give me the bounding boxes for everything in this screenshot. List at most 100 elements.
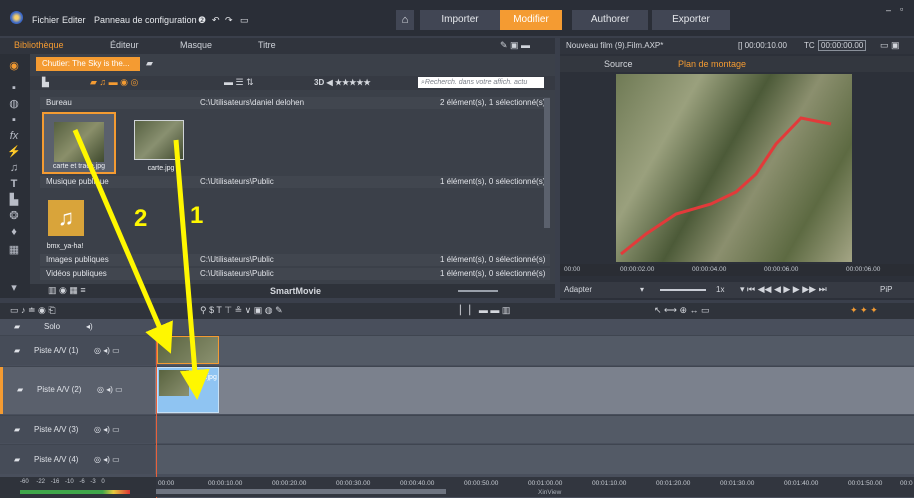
restore-icon[interactable]: ▫ [900, 4, 903, 14]
timeline-clip-1[interactable] [157, 336, 219, 364]
row-name: Musique publique [46, 177, 109, 186]
timeline-tools-far[interactable]: ✦ ✦ ✦ [850, 305, 878, 316]
search-input[interactable]: ⌕Recherch. dans votre affich. actu [418, 77, 544, 88]
tab-bibliotheque[interactable]: Bibliothèque [14, 40, 64, 50]
tab-editeur[interactable]: Éditeur [110, 40, 139, 50]
library-sidebar: ◉ ▪ ◍ ▪ fx ⚡ ♫ T ▙ ❂ ♦ ▦ ▾ [0, 54, 30, 298]
pip-label[interactable]: PiP [880, 285, 892, 294]
folder-row-videos[interactable]: Vidéos publiques C:\Utilisateurs\Public … [40, 268, 550, 280]
preview-timecode: [] 00:00:10.00 [738, 41, 787, 50]
speaker-icon[interactable]: ◂) [86, 322, 93, 331]
sidebar-video-icon[interactable]: ▪ [7, 114, 21, 126]
menu-editer[interactable]: Editer [62, 15, 86, 25]
sidebar-audio-icon[interactable]: ♦ [7, 226, 21, 238]
track-header: ▰ Piste A/V (3) ◎ ◂) ▭ [0, 416, 155, 443]
media-item-bmx[interactable]: ♫ bmx_ya-ha! [40, 194, 100, 252]
lock-icon[interactable]: ▰ [14, 322, 20, 331]
timeline-ruler[interactable]: 00:00 00:00:10.00 00:00:20.00 00:00:30.0… [156, 477, 914, 497]
eye-icon[interactable]: ◎ ◂) ▭ [94, 346, 120, 355]
track-header: ▰ Piste A/V (4) ◎ ◂) ▭ [0, 445, 155, 474]
track-1: ▰ Piste A/V (1) ◎ ◂) ▭ [0, 335, 914, 365]
menu-panneau[interactable]: Panneau de configuration [94, 15, 197, 25]
filter-icons[interactable]: ▰ ♫ ▬ ◉ ◎ [90, 77, 138, 88]
lock-icon[interactable]: ▰ [17, 385, 23, 394]
save-icon[interactable]: ▭ [240, 15, 249, 26]
mode-exporter[interactable]: Exporter [652, 10, 730, 30]
sidebar-music-icon[interactable]: ♫ [7, 162, 21, 174]
tab-source[interactable]: Source [604, 59, 633, 69]
lock-icon[interactable]: ▰ [14, 425, 20, 434]
ruler-tick: 00:00:50.00 [464, 480, 499, 487]
row-info: 1 élément(s), 0 sélectionné(s) [440, 177, 546, 186]
solo-label[interactable]: Solo [44, 322, 60, 331]
folder-row-images[interactable]: Images publiques C:\Utilisateurs\Public … [40, 254, 550, 266]
help-icon[interactable]: ❷ [198, 15, 206, 26]
media-item-carte[interactable]: carte.jpg [124, 112, 198, 174]
dropdown-arrow-icon[interactable]: ▾ [640, 285, 644, 294]
home-button[interactable]: ⌂ [396, 10, 414, 30]
arrow-label-2: 2 [134, 205, 148, 232]
3d-filter[interactable]: 3D ◀ ★★★★★ [314, 78, 371, 87]
tc-value[interactable]: 00:00:00.00 [818, 40, 867, 51]
lock-icon[interactable]: ▰ [14, 455, 20, 464]
sidebar-title-icon[interactable]: T [7, 178, 21, 190]
transport-controls[interactable]: ▾ ⏮ ◀◀ ◀ ▶ ▶ ▶▶ ⏭ [740, 284, 827, 295]
sidebar-flash-icon[interactable]: ⚡ [7, 146, 21, 158]
sidebar-disc-icon[interactable]: ◍ [7, 98, 21, 110]
library-scrollbar[interactable] [544, 98, 550, 228]
timeline-tools-left[interactable]: ▭ ♪ ≐ ◉ ⎗ [10, 305, 56, 316]
sidebar-collapse-icon[interactable]: ▾ [7, 282, 21, 294]
playhead-line[interactable] [156, 335, 157, 498]
bottom-tool-icons[interactable]: ▥ ◉ ▦ ≡ [48, 285, 86, 296]
timeline-toolbar: ▭ ♪ ≐ ◉ ⎗ ⚲ $ T ⊤ ≗ ∨ ▣ ◍ ✎ ▏ ▏ ▬ ▬ ▥ ↖ … [0, 303, 914, 319]
sidebar-fx-icon[interactable]: fx [7, 130, 21, 142]
tab-titre[interactable]: Titre [258, 40, 276, 50]
sidebar-project-icon[interactable]: ▪ [7, 82, 21, 94]
library-tabs: Bibliothèque Éditeur Masque Titre ✎ ▣ ▬ [0, 38, 555, 54]
mode-importer[interactable]: Importer [420, 10, 500, 30]
track-2: ▰ Piste A/V (2) ◎ ◂) ▭ carte.jpg [0, 366, 914, 414]
zoom-slider[interactable] [458, 290, 498, 292]
chutier-pin-icon[interactable]: ▰ [146, 58, 153, 69]
eye-icon[interactable]: ◎ ◂) ▭ [97, 385, 123, 394]
timeline-scrollbar[interactable] [156, 489, 446, 494]
menu-fichier[interactable]: Fichier [32, 15, 59, 25]
ruler-tick: 00:00:20.00 [272, 480, 307, 487]
track-name[interactable]: Piste A/V (1) [34, 346, 78, 355]
smartmovie-label[interactable]: SmartMovie [270, 286, 321, 296]
track-name[interactable]: Piste A/V (4) [34, 455, 78, 464]
mode-authorer[interactable]: Authorer [572, 10, 648, 30]
meter-tick: 0 [101, 479, 105, 485]
sidebar-film-icon[interactable]: ▦ [7, 244, 21, 256]
jog-slider[interactable] [660, 289, 706, 291]
media-item-carte-trace[interactable]: carte et trace.jpg [42, 112, 116, 174]
lock-icon[interactable]: ▰ [14, 346, 20, 355]
chutier-label[interactable]: Chutier: The Sky is the... [36, 57, 140, 71]
eye-icon[interactable]: ◎ ◂) ▭ [94, 455, 120, 464]
track-name[interactable]: Piste A/V (2) [37, 385, 81, 394]
sidebar-scene-icon[interactable]: ▙ [7, 194, 21, 206]
undo-icon[interactable]: ↶ [212, 15, 220, 26]
redo-icon[interactable]: ↷ [225, 15, 233, 26]
row-info: 1 élément(s), 0 sélectionné(s) [440, 269, 546, 278]
row-info: 2 élément(s), 1 sélectionné(s) [440, 98, 546, 107]
track-name[interactable]: Piste A/V (3) [34, 425, 78, 434]
view-options-icons[interactable]: ▬ ☰ ⇅ [224, 77, 254, 88]
sidebar-chutier-icon[interactable]: ◉ [7, 60, 21, 72]
minimize-icon[interactable]: – [886, 5, 891, 15]
library-tool-icons[interactable]: ✎ ▣ ▬ [500, 40, 530, 51]
preview-mode-icons[interactable]: ▭ ▣ [880, 40, 900, 51]
timeline-tools-right[interactable]: ↖ ⟷ ⊕ ↔ ▭ [654, 305, 710, 316]
timeline-tools-mid[interactable]: ⚲ $ T ⊤ ≗ ∨ ▣ ◍ ✎ [200, 305, 283, 316]
folder-row-musique[interactable]: Musique publique C:\Utilisateurs\Public … [40, 176, 550, 188]
timeline-clip-carte[interactable]: carte.jpg [157, 367, 219, 413]
import-icon[interactable]: ▙ [42, 77, 49, 88]
timeline-tools-edit[interactable]: ▏ ▏ ▬ ▬ ▥ [460, 305, 510, 316]
sidebar-effect-icon[interactable]: ❂ [7, 210, 21, 222]
eye-icon[interactable]: ◎ ◂) ▭ [94, 425, 120, 434]
tab-plan-montage[interactable]: Plan de montage [678, 59, 746, 69]
folder-row-bureau[interactable]: Bureau C:\Utilisateurs\daniel delohen 2 … [40, 97, 550, 109]
tab-masque[interactable]: Masque [180, 40, 212, 50]
fit-dropdown[interactable]: Adapter [564, 285, 592, 294]
mode-modifier[interactable]: Modifier [500, 10, 562, 30]
